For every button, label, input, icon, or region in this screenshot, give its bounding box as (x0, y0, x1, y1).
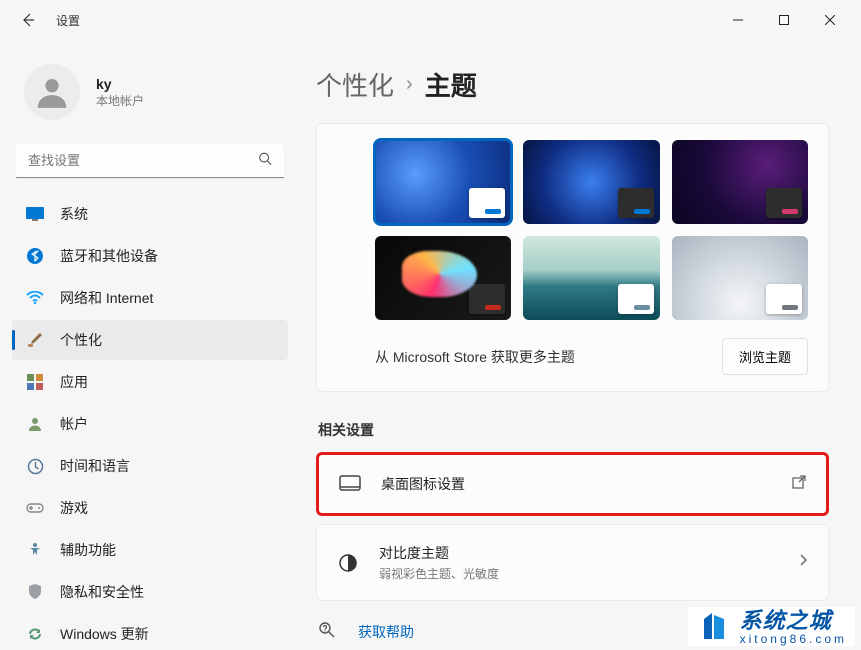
minimize-icon (733, 15, 743, 25)
breadcrumb: 个性化 › 主题 (316, 66, 829, 103)
update-icon (26, 625, 44, 643)
wifi-icon (26, 289, 44, 307)
nav-label: 隐私和安全性 (60, 582, 144, 602)
card-text: 桌面图标设置 (381, 474, 772, 494)
search-icon (258, 152, 272, 171)
open-icon (792, 475, 806, 494)
arrow-left-icon (20, 12, 36, 28)
maximize-icon (779, 15, 789, 25)
settings-window: 设置 ky 本地帐户 (0, 0, 861, 650)
card-subtitle: 弱视彩色主题、光敏度 (379, 565, 778, 582)
nav: 系统 蓝牙和其他设备 网络和 Internet 个性化 应用 (12, 194, 288, 650)
nav-label: 时间和语言 (60, 456, 130, 476)
nav-bluetooth[interactable]: 蓝牙和其他设备 (12, 236, 288, 276)
nav-gaming[interactable]: 游戏 (12, 488, 288, 528)
theme-tile[interactable] (523, 140, 659, 224)
watermark-title: 系统之城 (740, 609, 847, 633)
display-icon (26, 205, 44, 223)
nav-privacy[interactable]: 隐私和安全性 (12, 572, 288, 612)
chevron-right-icon: › (406, 73, 413, 96)
back-button[interactable] (16, 8, 40, 32)
themes-panel: 从 Microsoft Store 获取更多主题 浏览主题 (316, 123, 829, 392)
chevron-right-icon (798, 553, 808, 572)
nav-label: 游戏 (60, 498, 88, 518)
apps-icon (26, 373, 44, 391)
user-subtitle: 本地帐户 (96, 92, 144, 109)
theme-tile[interactable] (523, 236, 659, 320)
titlebar-left: 设置 (8, 8, 80, 32)
card-text: 对比度主题 弱视彩色主题、光敏度 (379, 543, 778, 582)
accessibility-icon (26, 541, 44, 559)
theme-tile[interactable] (672, 236, 808, 320)
nav-label: 蓝牙和其他设备 (60, 246, 158, 266)
card-title: 对比度主题 (379, 543, 778, 563)
maximize-button[interactable] (761, 4, 807, 36)
person-icon (26, 415, 44, 433)
nav-label: 应用 (60, 372, 88, 392)
paintbrush-icon (26, 331, 44, 349)
user-block[interactable]: ky 本地帐户 (12, 40, 288, 140)
nav-label: 辅助功能 (60, 540, 116, 560)
theme-tile[interactable] (375, 236, 511, 320)
sidebar: ky 本地帐户 系统 蓝牙和其他设备 (0, 40, 300, 650)
person-icon (33, 73, 71, 111)
nav-personalization[interactable]: 个性化 (12, 320, 288, 360)
nav-network[interactable]: 网络和 Internet (12, 278, 288, 318)
window-controls (715, 4, 853, 36)
search-input[interactable] (16, 144, 284, 178)
browse-themes-button[interactable]: 浏览主题 (722, 338, 808, 375)
nav-label: 帐户 (60, 414, 88, 434)
watermark-logo-icon (696, 609, 732, 645)
watermark: 系统之城 xitong86.com (688, 607, 855, 646)
theme-grid (375, 140, 808, 320)
desktop-icon-settings-card[interactable]: 桌面图标设置 (316, 452, 829, 516)
contrast-icon (337, 552, 359, 574)
close-icon (825, 15, 835, 25)
related-section-title: 相关设置 (318, 420, 829, 440)
link-label: 获取帮助 (358, 622, 414, 642)
theme-tile[interactable] (672, 140, 808, 224)
nav-label: 网络和 Internet (60, 288, 153, 308)
store-text: 从 Microsoft Store 获取更多主题 (375, 347, 575, 367)
theme-store-row: 从 Microsoft Store 获取更多主题 浏览主题 (375, 338, 808, 375)
theme-tile[interactable] (375, 140, 511, 224)
nav-time-language[interactable]: 时间和语言 (12, 446, 288, 486)
card-title: 桌面图标设置 (381, 474, 772, 494)
breadcrumb-parent[interactable]: 个性化 (316, 66, 394, 103)
gamepad-icon (26, 499, 44, 517)
clock-globe-icon (26, 457, 44, 475)
bluetooth-icon (26, 247, 44, 265)
user-info: ky 本地帐户 (96, 76, 144, 109)
nav-label: 个性化 (60, 330, 102, 350)
watermark-text: 系统之城 xitong86.com (740, 609, 847, 646)
nav-accounts[interactable]: 帐户 (12, 404, 288, 444)
nav-apps[interactable]: 应用 (12, 362, 288, 402)
nav-system[interactable]: 系统 (12, 194, 288, 234)
avatar (24, 64, 80, 120)
nav-label: 系统 (60, 204, 88, 224)
body: ky 本地帐户 系统 蓝牙和其他设备 (0, 40, 861, 650)
nav-label: Windows 更新 (60, 624, 149, 644)
watermark-url: xitong86.com (740, 633, 847, 646)
minimize-button[interactable] (715, 4, 761, 36)
shield-icon (26, 583, 44, 601)
contrast-themes-card[interactable]: 对比度主题 弱视彩色主题、光敏度 (316, 524, 829, 601)
main-content: 个性化 › 主题 从 Microsoft Store 获取更多主题 浏览主题 (300, 40, 861, 650)
close-button[interactable] (807, 4, 853, 36)
user-name: ky (96, 76, 144, 92)
titlebar: 设置 (0, 0, 861, 40)
nav-accessibility[interactable]: 辅助功能 (12, 530, 288, 570)
nav-windows-update[interactable]: Windows 更新 (12, 614, 288, 650)
page-title: 主题 (425, 66, 477, 103)
window-title: 设置 (56, 12, 80, 29)
search-box (16, 144, 284, 178)
help-icon (318, 621, 336, 642)
desktop-icon (339, 473, 361, 495)
